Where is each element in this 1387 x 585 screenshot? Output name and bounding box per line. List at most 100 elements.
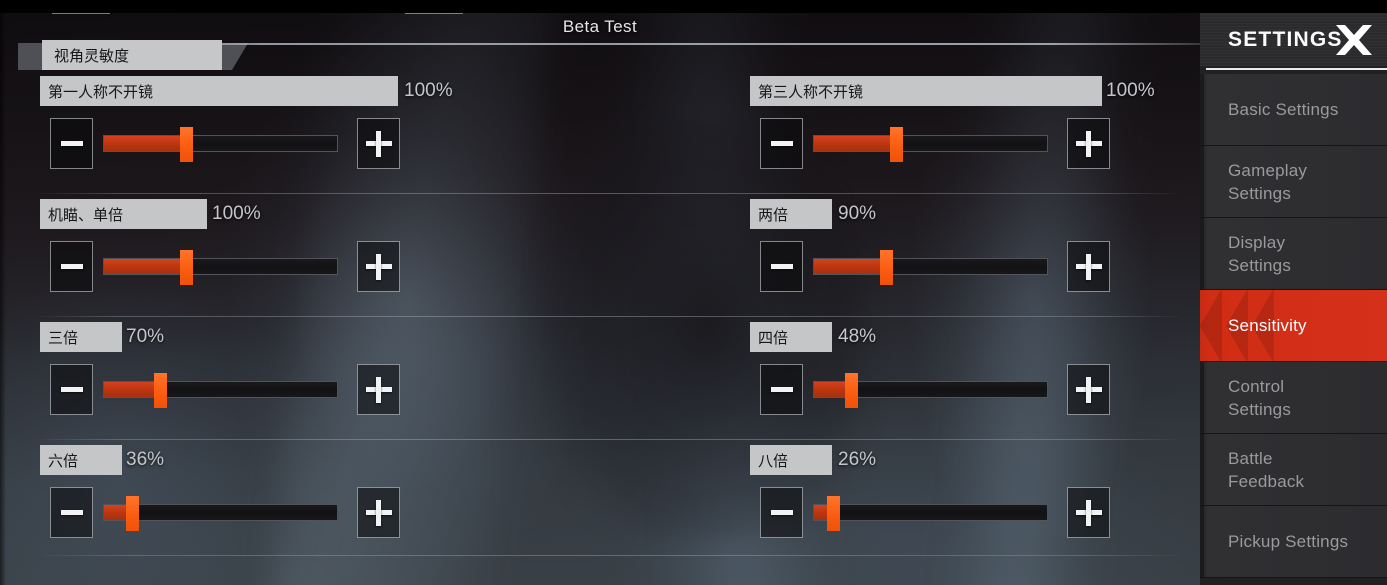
slider-handle[interactable]	[889, 127, 903, 162]
slider-label: 第三人称不开镜	[750, 76, 1102, 106]
slider-track[interactable]	[813, 250, 1048, 285]
slider-handle[interactable]	[179, 250, 193, 285]
slider-label: 三倍	[40, 322, 122, 352]
slider-decrement-button[interactable]	[760, 241, 803, 292]
sidebar-item-label: Sensitivity	[1228, 316, 1307, 335]
slider-fill	[104, 382, 160, 397]
plus-icon	[365, 376, 392, 403]
slider-decrement-button[interactable]	[760, 364, 803, 415]
slider-decrement-button[interactable]	[760, 487, 803, 538]
minus-icon	[770, 510, 793, 515]
plus-icon	[365, 499, 392, 526]
slider-control	[750, 487, 1110, 539]
slider-label: 八倍	[750, 445, 832, 475]
sidebar-item-basic-settings[interactable]: Basic Settings	[1200, 74, 1387, 146]
slider-fill	[814, 259, 887, 274]
slider-track[interactable]	[813, 496, 1048, 531]
slider-label: 第一人称不开镜	[40, 76, 398, 106]
slider-label: 四倍	[750, 322, 832, 352]
slider-value: 70%	[126, 326, 165, 347]
slider-track[interactable]	[103, 250, 338, 285]
sidebar-item-label: Pickup Settings	[1228, 532, 1349, 551]
slider-decrement-button[interactable]	[50, 487, 93, 538]
sidebar-item-edge	[1200, 74, 1204, 145]
slider-track[interactable]	[103, 127, 338, 162]
sidebar-item-label: Gameplay Settings	[1228, 160, 1308, 203]
slider-increment-button[interactable]	[357, 487, 400, 538]
slider-fill	[104, 136, 186, 151]
sidebar-item-pickup-settings[interactable]: Pickup Settings	[1200, 506, 1387, 578]
row-divider	[40, 193, 1180, 194]
sensitivity-row: 第一人称不开镜 100% 第三人称不开镜 100%	[0, 70, 1200, 193]
slider-value: 48%	[838, 326, 877, 347]
slider-handle[interactable]	[153, 373, 167, 408]
plus-icon	[1075, 253, 1102, 280]
slider-increment-button[interactable]	[1067, 118, 1110, 169]
sensitivity-slider-group: 四倍 48%	[750, 316, 1170, 439]
plus-icon	[1075, 376, 1102, 403]
minus-icon	[770, 141, 793, 146]
plus-icon	[1075, 499, 1102, 526]
slider-handle[interactable]	[880, 250, 894, 285]
slider-decrement-button[interactable]	[50, 241, 93, 292]
minus-icon	[770, 387, 793, 392]
slider-track[interactable]	[103, 496, 338, 531]
sensitivity-slider-group: 八倍 26%	[750, 439, 1170, 562]
minus-icon	[60, 141, 83, 146]
plus-icon	[365, 253, 392, 280]
settings-sidebar: SETTINGS Basic Settings Gameplay Settings…	[1200, 0, 1387, 585]
slider-increment-button[interactable]	[1067, 241, 1110, 292]
sidebar-item-label: Display Settings	[1228, 232, 1292, 275]
slider-increment-button[interactable]	[357, 241, 400, 292]
sidebar-item-battle-feedback[interactable]: Battle Feedback	[1200, 434, 1387, 506]
sidebar-item-gameplay-settings[interactable]: Gameplay Settings	[1200, 146, 1387, 218]
slider-control	[750, 364, 1110, 416]
slider-track[interactable]	[813, 127, 1048, 162]
tab-underline	[108, 43, 1206, 45]
slider-increment-button[interactable]	[1067, 364, 1110, 415]
row-divider	[40, 439, 1180, 440]
slider-handle[interactable]	[179, 127, 193, 162]
slider-value: 36%	[126, 449, 165, 470]
slider-increment-button[interactable]	[357, 118, 400, 169]
sidebar-item-edge	[1200, 146, 1204, 217]
slider-control	[40, 241, 400, 293]
tab-strip: 视角灵敏度	[18, 40, 1206, 70]
slider-control	[40, 118, 400, 170]
slider-fill	[104, 259, 186, 274]
slider-increment-button[interactable]	[357, 364, 400, 415]
minus-icon	[60, 264, 83, 269]
minus-icon	[770, 264, 793, 269]
sidebar-header-rule	[1206, 68, 1387, 70]
slider-handle[interactable]	[845, 373, 859, 408]
bottom-divider	[40, 555, 1180, 556]
slider-value: 100%	[404, 80, 453, 101]
slider-track[interactable]	[813, 373, 1048, 408]
sensitivity-row: 机瞄、单倍 100% 两倍 90%	[0, 193, 1200, 316]
sensitivity-row: 六倍 36% 八倍 26%	[0, 439, 1200, 562]
tab-view-sensitivity[interactable]: 视角灵敏度	[42, 40, 222, 70]
plus-icon	[365, 130, 392, 157]
slider-increment-button[interactable]	[1067, 487, 1110, 538]
slider-decrement-button[interactable]	[50, 364, 93, 415]
sensitivity-slider-group: 三倍 70%	[40, 316, 460, 439]
slider-value: 100%	[1106, 80, 1155, 101]
chevron-left-icon	[1200, 290, 1222, 361]
sidebar-item-label: Battle Feedback	[1228, 448, 1305, 491]
sidebar-item-edge	[1200, 506, 1204, 577]
sidebar-item-display-settings[interactable]: Display Settings	[1200, 218, 1387, 290]
slider-decrement-button[interactable]	[50, 118, 93, 169]
slider-control	[750, 118, 1110, 170]
sidebar-item-control-settings[interactable]: Control Settings	[1200, 362, 1387, 434]
slider-label: 两倍	[750, 199, 832, 229]
plus-icon	[1075, 130, 1102, 157]
slider-track[interactable]	[103, 373, 338, 408]
sidebar-item-sensitivity[interactable]: Sensitivity	[1200, 290, 1387, 362]
close-x-icon[interactable]	[1333, 23, 1375, 57]
slider-decrement-button[interactable]	[760, 118, 803, 169]
sensitivity-rows: 第一人称不开镜 100% 第三人称不开镜 100% 机瞄、单倍 100% 两倍 90% 三倍 70…	[0, 70, 1200, 570]
beta-test-label: Beta Test	[562, 17, 638, 36]
slider-handle[interactable]	[125, 496, 139, 531]
slider-handle[interactable]	[826, 496, 840, 531]
sidebar-item-edge	[1200, 434, 1204, 505]
